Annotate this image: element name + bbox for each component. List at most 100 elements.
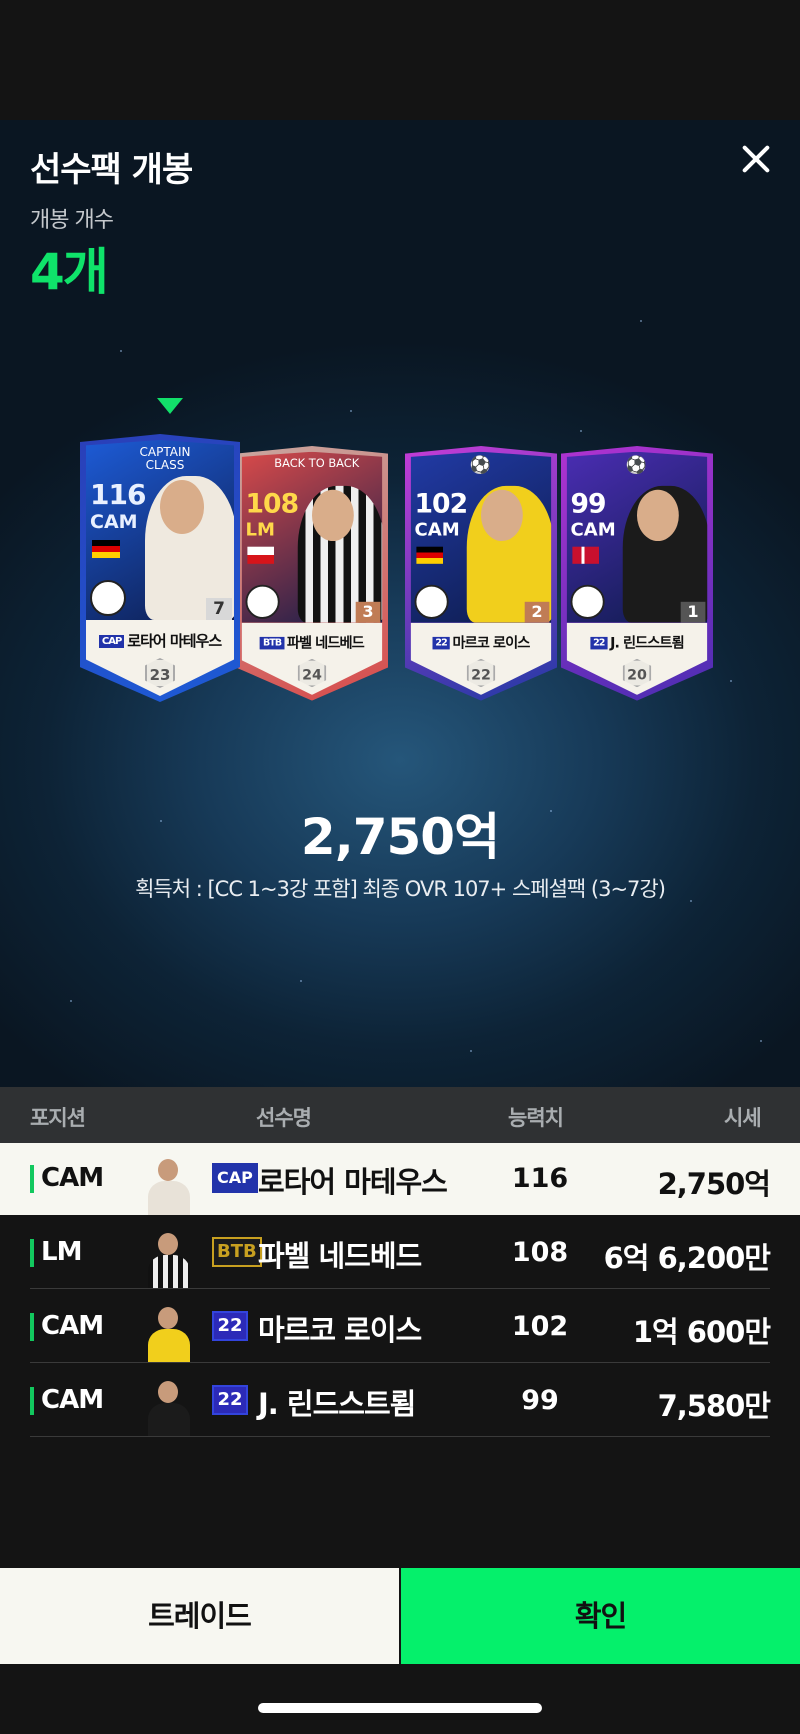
- trade-button[interactable]: 트레이드: [0, 1568, 399, 1664]
- season-badge: BTB: [260, 636, 284, 650]
- nation-flag-icon: [247, 546, 274, 564]
- season-tag: CAPTAIN CLASS: [139, 445, 191, 472]
- position-indicator: [30, 1165, 34, 1193]
- club-badge-icon: [570, 584, 605, 619]
- row-ovr: 116: [511, 1163, 569, 1194]
- selected-card-price: 2,750억: [300, 808, 500, 866]
- nation-flag-icon: [92, 540, 120, 558]
- season-badge: 22: [590, 636, 608, 650]
- row-player-name: J. 린드스트룀: [258, 1387, 416, 1421]
- season-badge-icon: 22: [212, 1311, 248, 1341]
- card-player-name: 22 J. 린드스트룀: [567, 632, 708, 652]
- card-namebar: 22 마르코 로이스 22: [410, 622, 552, 695]
- club-badge-icon: [90, 580, 126, 616]
- position-indicator: [30, 1313, 34, 1341]
- open-count-value: 4개: [30, 243, 109, 301]
- player-thumbnail: [138, 1301, 196, 1363]
- salary-level: 20: [622, 658, 652, 688]
- row-player-name: 로타어 마테우스: [258, 1165, 448, 1199]
- player-face: [312, 489, 355, 541]
- club-badge-icon: [414, 584, 449, 619]
- card-namebar: CAP 로타어 마테우스 23: [86, 620, 234, 696]
- card-position: CAM: [90, 511, 138, 533]
- header-ovr: 능력치: [508, 1106, 564, 1130]
- row-player-name: 파벨 네드베드: [258, 1239, 422, 1273]
- player-thumbnail: [138, 1375, 196, 1437]
- position-indicator: [30, 1387, 34, 1415]
- enhance-grade: 3: [355, 601, 381, 623]
- card-player-name: BTB 파벨 네드베드: [242, 632, 383, 652]
- confirm-button[interactable]: 확인: [401, 1568, 800, 1664]
- season-badge: 22: [432, 636, 450, 650]
- card-ovr: 99: [570, 487, 607, 520]
- card-name-text: 로타어 마테우스: [127, 632, 222, 650]
- card-player-name: 22 마르코 로이스: [411, 632, 552, 652]
- club-badge-icon: [245, 584, 280, 619]
- row-price: 7,580만: [657, 1389, 771, 1423]
- row-ovr: 102: [511, 1311, 569, 1342]
- player-face: [481, 489, 524, 541]
- player-thumbnail: [138, 1153, 196, 1215]
- season-tag: ⚽: [469, 455, 491, 476]
- row-position: CAM: [41, 1385, 104, 1415]
- table-header: 포지션 선수명 능력치 시세: [0, 1087, 800, 1143]
- acquisition-source: 획득처 : [CC 1~3강 포함] 최종 OVR 107+ 스페셜팩 (3~7…: [135, 877, 666, 901]
- table-row[interactable]: CAM CAP 로타어 마테우스 116 2,750억: [0, 1143, 800, 1215]
- card-namebar: 22 J. 린드스트룀 20: [566, 622, 708, 695]
- row-price: 6억 6,200만: [603, 1241, 771, 1275]
- nation-flag-icon: [416, 546, 443, 564]
- enhance-grade: 1: [680, 601, 706, 623]
- player-card[interactable]: ⚽ 99 CAM 1 22 J. 린드스트룀 20: [561, 446, 713, 701]
- row-divider: [30, 1288, 770, 1289]
- row-price: 2,750억: [657, 1167, 771, 1201]
- table-row[interactable]: CAM 22 마르코 로이스 102 1억 600만: [0, 1291, 800, 1363]
- page-title: 선수팩 개봉: [30, 150, 193, 190]
- card-position: LM: [245, 519, 275, 541]
- enhance-grade: 7: [206, 598, 232, 620]
- card-ovr: 108: [245, 487, 300, 520]
- home-indicator: [258, 1703, 542, 1713]
- player-card[interactable]: ⚽ 102 CAM 2 22 마르코 로이스 22: [405, 446, 557, 701]
- card-player-name: CAP 로타어 마테우스: [86, 630, 234, 651]
- table-row[interactable]: CAM 22 J. 린드스트룀 99 7,580만: [0, 1365, 800, 1437]
- card-position: CAM: [570, 519, 616, 541]
- row-divider: [30, 1362, 770, 1363]
- player-face: [160, 479, 205, 534]
- player-thumbnail: [138, 1227, 196, 1289]
- enhance-grade: 2: [524, 601, 550, 623]
- card-ovr: 116: [90, 478, 146, 511]
- player-face: [637, 489, 680, 541]
- header-name: 선수명: [256, 1106, 312, 1130]
- season-badge-icon: BTB: [212, 1237, 262, 1267]
- row-ovr: 108: [511, 1237, 569, 1268]
- row-divider: [30, 1436, 770, 1437]
- table-row[interactable]: LM BTB 파벨 네드베드 108 6억 6,200만: [0, 1217, 800, 1289]
- selected-card-pointer-icon: [157, 398, 183, 414]
- card-name-text: 마르코 로이스: [452, 634, 530, 652]
- player-card[interactable]: CAPTAIN CLASS 116 CAM 7 CAP 로타어 마테우스 23: [80, 434, 240, 702]
- card-name-text: J. 린드스트룀: [610, 634, 685, 652]
- open-count-label: 개봉 개수: [30, 208, 114, 233]
- header-position: 포지션: [30, 1106, 86, 1130]
- status-area: [0, 0, 800, 120]
- season-badge-icon: CAP: [212, 1163, 258, 1193]
- card-name-text: 파벨 네드베드: [286, 634, 365, 652]
- salary-level: 24: [297, 658, 327, 688]
- row-player-name: 마르코 로이스: [258, 1313, 422, 1347]
- card-namebar: BTB 파벨 네드베드 24: [241, 622, 383, 695]
- row-position: CAM: [41, 1163, 104, 1193]
- salary-level: 23: [145, 658, 175, 688]
- close-icon[interactable]: [734, 138, 778, 182]
- row-position: CAM: [41, 1311, 104, 1341]
- season-badge: CAP: [98, 635, 125, 648]
- row-position: LM: [41, 1237, 82, 1267]
- position-indicator: [30, 1239, 34, 1267]
- season-tag: BACK TO BACK: [274, 456, 360, 470]
- card-position: CAM: [414, 519, 460, 541]
- nation-flag-icon: [572, 546, 599, 564]
- card-ovr: 102: [414, 487, 469, 520]
- row-ovr: 99: [521, 1385, 559, 1416]
- header-price: 시세: [724, 1106, 762, 1130]
- player-card[interactable]: BACK TO BACK 108 LM 3 BTB 파벨 네드베드 24: [236, 446, 388, 701]
- season-badge-icon: 22: [212, 1385, 248, 1415]
